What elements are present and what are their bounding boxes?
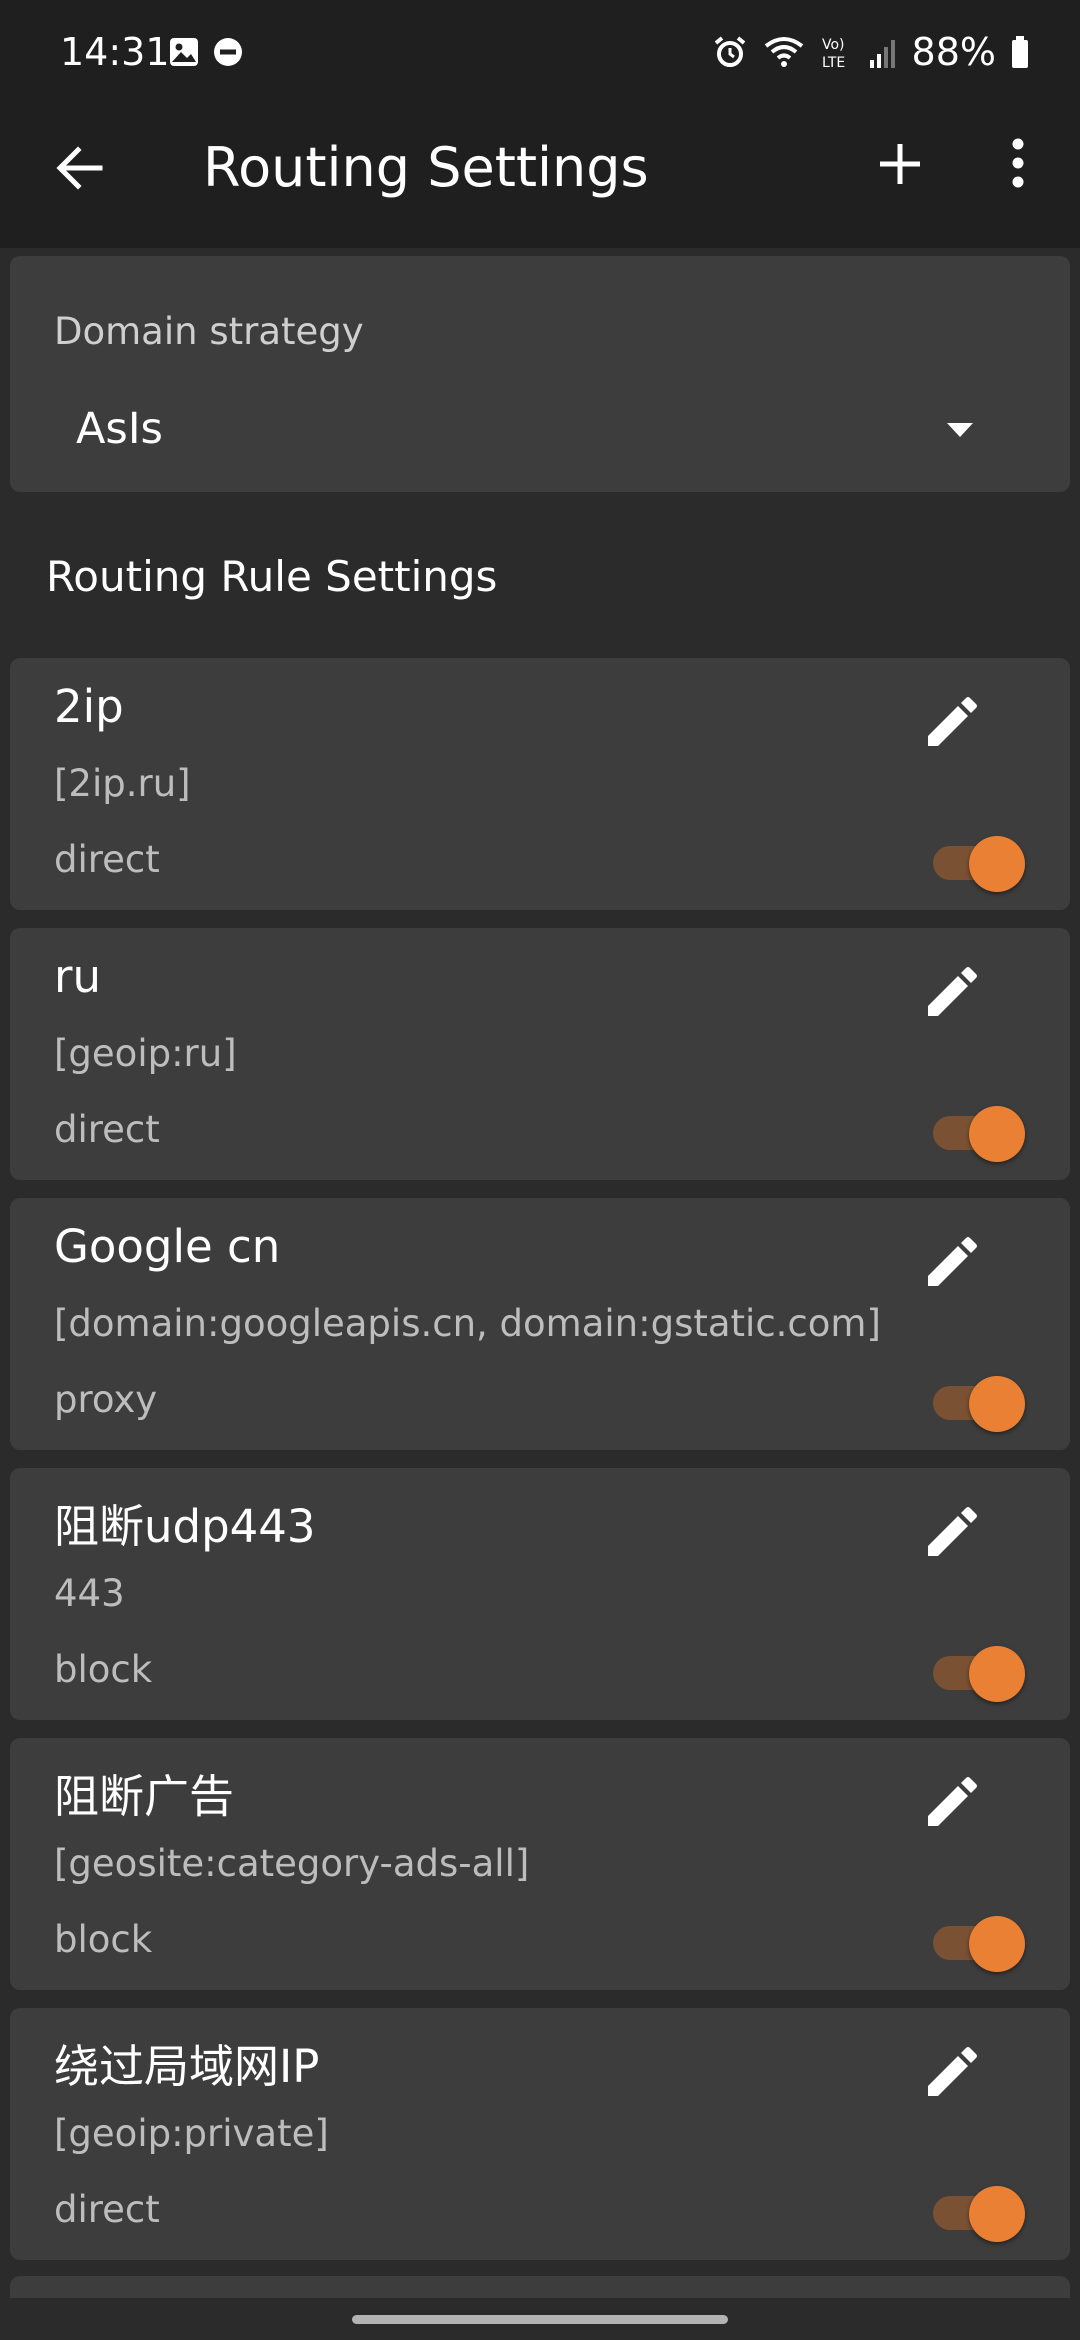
rule-enable-toggle[interactable] [925,1912,1025,1972]
toggle-thumb [969,1916,1025,1972]
battery-icon [1012,36,1028,68]
rule-enable-toggle[interactable] [925,2182,1025,2242]
toggle-thumb [969,1106,1025,1162]
wifi-icon [764,37,803,67]
svg-text:LTE: LTE [822,55,845,70]
rule-title: Google cn [54,1220,281,1273]
edit-pencil-icon[interactable] [920,964,980,1024]
status-bar: 14:31 Vo) LTE 88% [0,0,1080,110]
edit-pencil-icon[interactable] [920,2044,980,2104]
edit-pencil-icon[interactable] [920,1234,980,1294]
edit-pencil-icon[interactable] [920,1774,980,1834]
domain-strategy-value: AsIs [76,404,163,454]
rule-outbound: direct [54,2188,160,2231]
rule-card[interactable]: ru [geoip:ru] direct [10,928,1070,1180]
battery-percent: 88% [911,30,996,74]
content: Domain strategy AsIs Routing Rule Settin… [0,248,1080,2306]
edit-pencil-icon[interactable] [920,1504,980,1564]
rule-domains: [geoip:private] [54,2112,329,2155]
toggle-thumb [969,1376,1025,1432]
signal-icon [869,40,895,68]
rule-enable-toggle[interactable] [925,1372,1025,1432]
rule-title: ru [54,950,102,1003]
rule-domains: [geosite:category-ads-all] [54,1842,530,1885]
status-right-icons: Vo) LTE 88% [712,30,1030,74]
do-not-disturb-icon [214,38,242,66]
toggle-thumb [969,836,1025,892]
svg-text:Vo): Vo) [822,37,845,53]
image-icon [170,38,198,66]
alarm-icon [714,36,745,67]
rule-domains: [domain:googleapis.cn, domain:gstatic.co… [54,1302,881,1345]
rule-title: 阻断udp443 [54,1500,316,1553]
rule-enable-toggle[interactable] [925,1642,1025,1702]
volte-icon: Vo) LTE [822,37,845,70]
rule-outbound: proxy [54,1378,158,1421]
rule-card[interactable]: Google cn [domain:googleapis.cn, domain:… [10,1198,1070,1450]
home-gesture-handle[interactable] [352,2315,728,2324]
rule-card[interactable]: 绕过局域网IP [geoip:private] direct [10,2008,1070,2260]
rule-domains: 443 [54,1572,125,1615]
rule-card[interactable]: 2ip [2ip.ru] direct [10,658,1070,910]
toggle-thumb [969,1646,1025,1702]
rule-outbound: block [54,1648,153,1691]
add-icon[interactable] [870,134,930,194]
page-title: Routing Settings [203,136,649,199]
domain-strategy-dropdown[interactable]: Domain strategy AsIs [10,256,1070,492]
rule-domains: [2ip.ru] [54,762,191,805]
rule-title: 绕过局域网IP [54,2040,320,2093]
routing-rule-section-title: Routing Rule Settings [46,552,498,601]
rule-title: 阻断广告 [54,1770,235,1823]
rule-domains: [geoip:ru] [54,1032,237,1075]
app-bar: Routing Settings [0,110,1080,248]
rule-enable-toggle[interactable] [925,832,1025,892]
navigation-bar [0,2298,1080,2340]
rule-outbound: block [54,1918,153,1961]
domain-strategy-label: Domain strategy [54,310,364,353]
rule-enable-toggle[interactable] [925,1102,1025,1162]
status-left-icons [168,36,244,68]
status-time: 14:31 [60,30,170,74]
rule-card[interactable]: 阻断udp443 443 block [10,1468,1070,1720]
rule-title: 2ip [54,680,124,733]
toggle-thumb [969,2186,1025,2242]
rule-outbound: direct [54,1108,160,1151]
back-arrow-icon[interactable] [50,138,110,198]
rule-outbound: direct [54,838,160,881]
more-vert-icon[interactable] [1000,134,1040,194]
dropdown-arrow-icon [947,423,973,437]
rule-card[interactable]: 阻断广告 [geosite:category-ads-all] block [10,1738,1070,1990]
edit-pencil-icon[interactable] [920,694,980,754]
